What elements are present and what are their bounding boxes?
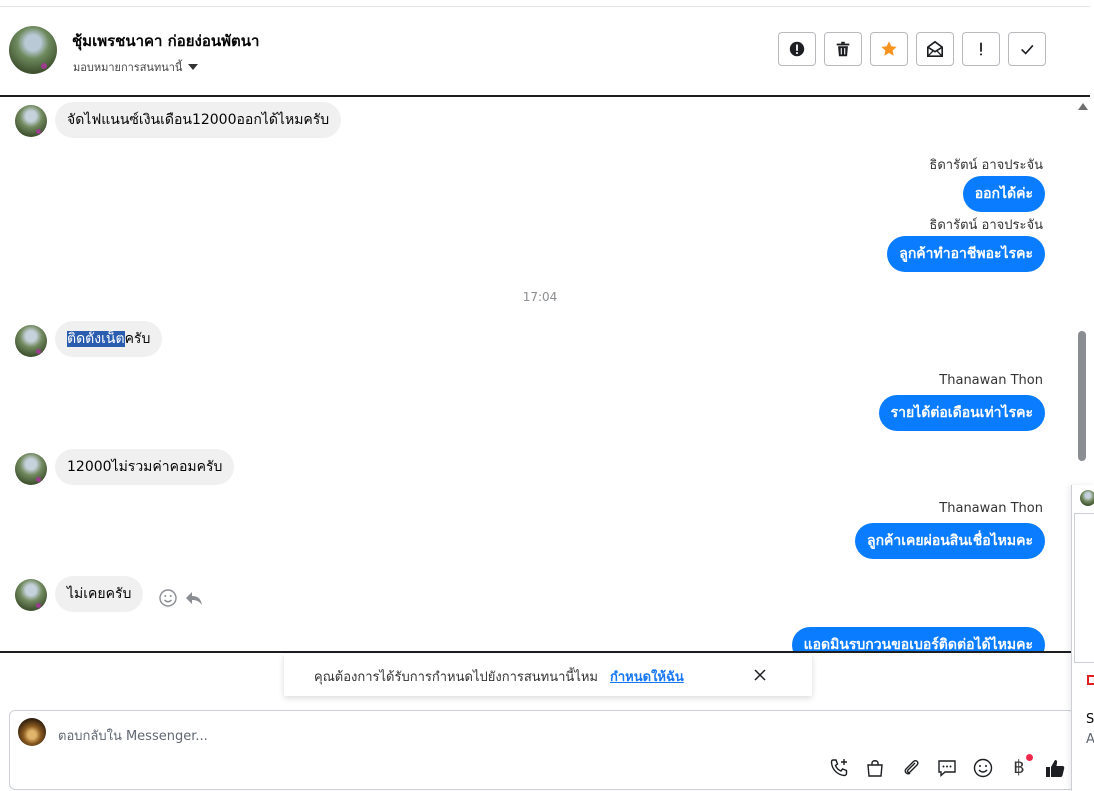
- star-icon: [881, 41, 897, 56]
- mark-unread-button[interactable]: [916, 32, 954, 66]
- panel-card: [1074, 513, 1094, 663]
- action-toolbar: [778, 32, 1046, 66]
- scroll-up-arrow-icon[interactable]: [1078, 103, 1088, 110]
- notification-dot: [1026, 754, 1033, 761]
- panel-badge-icon: [1087, 675, 1094, 685]
- reply-input[interactable]: ตอบกลับใน Messenger...: [58, 725, 208, 746]
- shopping-bag-icon[interactable]: [864, 757, 886, 779]
- composer-toolbar: ฿: [828, 754, 1066, 779]
- message-thread[interactable]: จัดไฟแนนซ์เงินเดือน12000ออกได้ไหมครับ ธิ…: [0, 95, 1090, 653]
- assign-prompt-text: คุณต้องการได้รับการกำหนดไปยังการสนทนานี้…: [314, 670, 598, 685]
- call-add-icon[interactable]: [828, 757, 850, 779]
- reply-icon[interactable]: [184, 588, 204, 608]
- assign-label: มอบหมายการสนทนานี้: [73, 61, 183, 74]
- saved-replies-icon[interactable]: [936, 757, 958, 779]
- incoming-message[interactable]: ไม่เคยครับ: [55, 576, 144, 612]
- outgoing-message[interactable]: รายได้ต่อเดือนเท่าไรคะ: [878, 395, 1045, 431]
- outgoing-message[interactable]: ลูกค้าเคยผ่อนสินเชื่อไหมคะ: [854, 523, 1045, 559]
- customer-avatar[interactable]: [15, 453, 47, 485]
- envelope-open-icon: [926, 40, 944, 58]
- side-panel: S A: [1071, 485, 1094, 791]
- reply-composer: ตอบกลับใน Messenger... ฿: [9, 710, 1075, 790]
- thumbs-up-icon[interactable]: [1044, 757, 1066, 779]
- assign-dropdown[interactable]: มอบหมายการสนทนานี้: [73, 58, 199, 76]
- exclamation-icon: [980, 42, 982, 56]
- sender-name: ธิดารัตน์ อาจประจัน: [929, 158, 1043, 173]
- incoming-message[interactable]: 12000ไม่รวมค่าคอมครับ: [55, 449, 235, 485]
- delete-button[interactable]: [824, 32, 862, 66]
- assign-prompt: คุณต้องการได้รับการกำหนดไปยังการสนทนานี้…: [284, 654, 812, 696]
- panel-subtext: A: [1086, 732, 1094, 747]
- report-spam-button[interactable]: [778, 32, 816, 66]
- star-button[interactable]: [870, 32, 908, 66]
- outgoing-message[interactable]: ลูกค้าทำอาชีพอะไรคะ: [887, 236, 1045, 272]
- contact-name[interactable]: ชุ้มเพรชนาคา ก่อยง่อนพัตนา: [72, 29, 259, 53]
- contact-avatar[interactable]: [9, 26, 57, 74]
- emoji-icon[interactable]: [972, 757, 994, 779]
- selected-text: ติดตั้งเน็ต: [67, 331, 125, 347]
- sender-name: Thanawan Thon: [939, 501, 1043, 516]
- close-icon[interactable]: [752, 667, 768, 683]
- alert-circle-icon: [789, 41, 805, 57]
- scrollbar-thumb[interactable]: [1078, 331, 1086, 461]
- incoming-message[interactable]: จัดไฟแนนซ์เงินเดือน12000ออกได้ไหมครับ: [55, 102, 342, 138]
- page-avatar: [18, 718, 46, 746]
- outgoing-message[interactable]: ออกได้ค่ะ: [962, 176, 1045, 212]
- sender-name: ธิดารัตน์ อาจประจัน: [929, 218, 1043, 233]
- check-icon: [1021, 44, 1034, 55]
- caret-down-icon: [188, 64, 199, 70]
- conversation-header: ชุ้มเพรชนาคา ก่อยง่อนพัตนา มอบหมายการสนท…: [0, 0, 1090, 95]
- panel-text: S: [1086, 712, 1094, 727]
- paperclip-icon[interactable]: [900, 757, 922, 779]
- assign-to-me-link[interactable]: กำหนดให้ฉัน: [610, 666, 684, 687]
- mark-important-button[interactable]: [962, 32, 1000, 66]
- customer-avatar[interactable]: [15, 579, 47, 611]
- incoming-message[interactable]: ติดตั้งเน็ตครับ: [55, 321, 163, 357]
- divider: [0, 6, 1090, 7]
- trash-icon: [836, 41, 850, 57]
- payment-icon[interactable]: ฿: [1008, 754, 1033, 779]
- message-actions: [158, 588, 204, 608]
- customer-avatar[interactable]: [15, 325, 47, 357]
- timestamp: 17:04: [522, 290, 558, 304]
- customer-avatar[interactable]: [15, 105, 47, 137]
- panel-avatar: [1080, 490, 1094, 506]
- react-emoji-icon[interactable]: [158, 588, 178, 608]
- outgoing-message[interactable]: แอดมินรบกวนขอเบอร์ติดต่อได้ไหมคะ: [791, 627, 1045, 651]
- sender-name: Thanawan Thon: [939, 373, 1043, 388]
- message-text: ครับ: [124, 331, 151, 347]
- mark-done-button[interactable]: [1008, 32, 1046, 66]
